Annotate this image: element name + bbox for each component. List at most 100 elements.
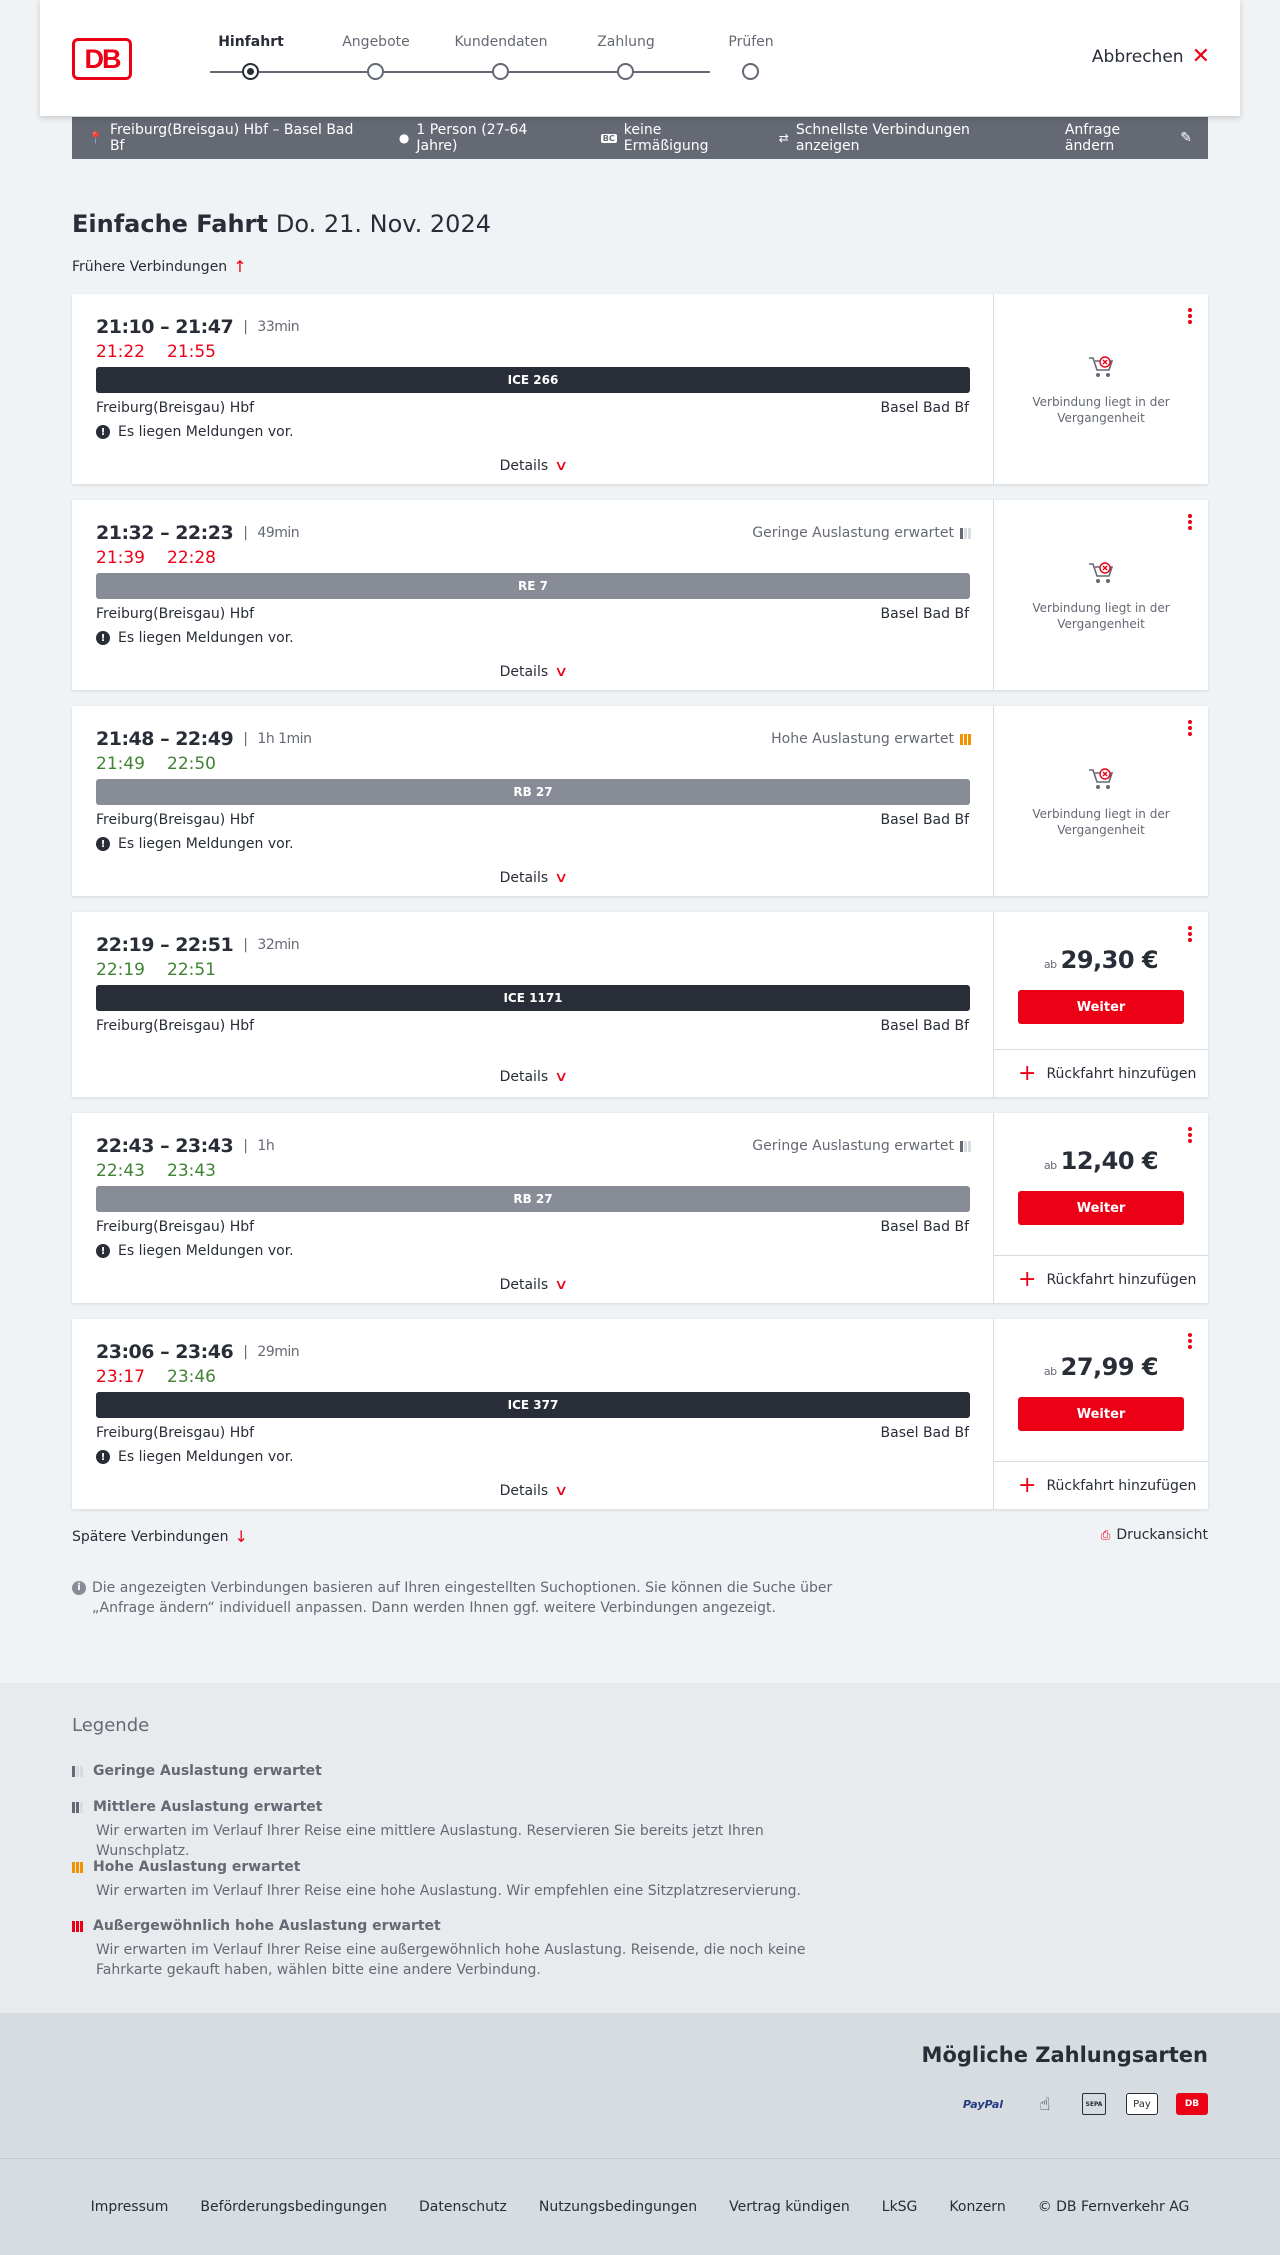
- legend-item-high: Hohe Auslastung erwartet Wir erwarten im…: [72, 1859, 832, 1901]
- footer-link-nutzungsbedingungen[interactable]: Nutzungsbedingungen: [539, 2199, 697, 2215]
- paypal-icon: PayPal: [962, 2097, 1004, 2111]
- details-toggle[interactable]: Details ∨: [72, 1277, 994, 1293]
- occupancy-low-icon: [72, 1765, 83, 1777]
- details-toggle[interactable]: Details ∨: [72, 1069, 994, 1085]
- connection-times: 21:10 – 21:47 | 33min: [96, 316, 300, 338]
- arrival-station: Basel Bad Bf: [880, 1018, 969, 1034]
- plus-icon: +: [1018, 1472, 1037, 1498]
- add-return-trip-button[interactable]: + Rückfahrt hinzufügen: [994, 1049, 1208, 1097]
- connection-details[interactable]: 22:43 – 23:43 | 1h 22:43 23:43 Geringe Auslas…: [72, 1113, 994, 1303]
- connection-card: 22:43 – 23:43 | 1h 22:43 23:43 Geringe Auslas…: [72, 1113, 1208, 1303]
- footer-link-datenschutz[interactable]: Datenschutz: [419, 2199, 507, 2215]
- progress-steps: Hinfahrt Angebote Kundendaten Zahlung Pr…: [182, 34, 782, 84]
- print-view-link[interactable]: ⎙ Druckansicht: [1101, 1527, 1208, 1543]
- info-icon: i: [72, 1581, 86, 1595]
- more-options-icon[interactable]: [1188, 720, 1192, 736]
- info-note: i Die angezeigten Verbindungen basieren a…: [72, 1578, 852, 1618]
- occupancy-extreme-icon: [72, 1920, 83, 1932]
- duration: 32min: [257, 937, 300, 953]
- train-bar: ICE 266: [96, 367, 970, 393]
- messages-notice: ! Es liegen Meldungen vor.: [96, 1449, 294, 1465]
- realtime-times: 21:49 22:50: [96, 754, 216, 774]
- details-toggle[interactable]: Details ∨: [72, 1483, 994, 1499]
- more-options-icon[interactable]: [1188, 926, 1192, 942]
- arrow-up-icon: ↑: [233, 257, 247, 276]
- connection-card: 21:10 – 21:47 | 33min 21:22 21:55 ICE 266 Frei…: [72, 294, 1208, 484]
- legend-title: Legende: [72, 1715, 150, 1736]
- location-pin-icon: 📍: [88, 131, 103, 145]
- realtime-departure: 22:43: [96, 1161, 145, 1181]
- connection-card: 23:06 – 23:46 | 29min 23:17 23:46 ICE 377 Frei…: [72, 1319, 1208, 1509]
- exclamation-icon: !: [96, 425, 110, 439]
- realtime-times: 22:19 22:51: [96, 960, 216, 980]
- swap-arrows-icon: ⇄: [778, 131, 789, 145]
- more-options-icon[interactable]: [1188, 308, 1192, 324]
- connection-details[interactable]: 21:48 – 22:49 | 1h 1min 21:49 22:50 Hohe Ausl…: [72, 706, 994, 896]
- messages-notice: ! Es liegen Meldungen vor.: [96, 836, 294, 852]
- connection-details[interactable]: 23:06 – 23:46 | 29min 23:17 23:46 ICE 377 Frei…: [72, 1319, 994, 1509]
- duration: 49min: [257, 525, 300, 541]
- page-title: Einfache Fahrt Do. 21. Nov. 2024: [72, 210, 491, 238]
- arrival-station: Basel Bad Bf: [880, 1219, 969, 1235]
- offer-panel: Verbindung liegt in der Vergangenheit: [994, 294, 1208, 484]
- connection-details[interactable]: 21:32 – 22:23 | 49min 21:39 22:28 Geringe Aus…: [72, 500, 994, 690]
- exclamation-icon: !: [96, 631, 110, 645]
- footer-copyright: © DB Fernverkehr AG: [1037, 2199, 1190, 2215]
- occupancy-indicator: Geringe Auslastung erwartet: [752, 525, 971, 541]
- more-options-icon[interactable]: [1188, 1127, 1192, 1143]
- more-options-icon[interactable]: [1188, 514, 1192, 530]
- footer-link-vertrag-kuendigen[interactable]: Vertrag kündigen: [729, 2199, 850, 2215]
- messages-notice: ! Es liegen Meldungen vor.: [96, 1243, 294, 1259]
- add-return-trip-button[interactable]: + Rückfahrt hinzufügen: [994, 1255, 1208, 1303]
- add-return-trip-button[interactable]: + Rückfahrt hinzufügen: [994, 1461, 1208, 1509]
- plus-icon: +: [1018, 1060, 1037, 1086]
- footer-link-impressum[interactable]: Impressum: [91, 2199, 169, 2215]
- footer: Impressum Beförderungsbedingungen Datens…: [0, 2158, 1280, 2255]
- past-connection-notice: Verbindung liegt in der Vergangenheit: [994, 560, 1208, 632]
- arrow-down-icon: ↓: [234, 1527, 248, 1546]
- train-bar: RB 27: [96, 779, 970, 805]
- footer-link-konzern[interactable]: Konzern: [949, 2199, 1005, 2215]
- arrival-station: Basel Bad Bf: [880, 400, 969, 416]
- exclamation-icon: !: [96, 837, 110, 851]
- query-discount: BC keine Ermäßigung: [600, 122, 709, 154]
- duration: 1h: [257, 1138, 275, 1154]
- connection-card: 21:32 – 22:23 | 49min 21:39 22:28 Geringe Aus…: [72, 500, 1208, 690]
- step-angebote: Angebote: [311, 34, 441, 80]
- occupancy-low-icon: [960, 527, 971, 539]
- query-fastest: ⇄ Schnellste Verbindungen anzeigen: [778, 122, 970, 154]
- footer-link-lksg[interactable]: LkSG: [882, 2199, 918, 2215]
- printer-icon: ⎙: [1100, 1527, 1111, 1542]
- duration: 29min: [257, 1344, 300, 1360]
- connection-details[interactable]: 21:10 – 21:47 | 33min 21:22 21:55 ICE 266 Frei…: [72, 294, 994, 484]
- connection-details[interactable]: 22:19 – 22:51 | 32min 22:19 22:51 ICE 1171 Fre…: [72, 912, 994, 1097]
- more-options-icon[interactable]: [1188, 1333, 1192, 1349]
- person-icon: ●: [398, 131, 410, 145]
- chevron-down-icon: ∨: [554, 870, 569, 886]
- train-bar: RE 7: [96, 573, 970, 599]
- continue-button[interactable]: Weiter: [1018, 990, 1184, 1024]
- payment-title: Mögliche Zahlungsarten: [921, 2043, 1208, 2067]
- details-toggle[interactable]: Details ∨: [72, 870, 994, 886]
- db-logo[interactable]: DB: [72, 38, 132, 80]
- cart-unavailable-icon: [1089, 562, 1114, 583]
- train-bar: ICE 1171: [96, 985, 970, 1011]
- legend-item-low: Geringe Auslastung erwartet: [72, 1763, 322, 1785]
- continue-button[interactable]: Weiter: [1018, 1397, 1184, 1431]
- occupancy-low-icon: [960, 1140, 971, 1152]
- arrival-station: Basel Bad Bf: [880, 812, 969, 828]
- change-request-button[interactable]: Anfrage ändern ✎: [1065, 122, 1192, 154]
- realtime-departure: 22:19: [96, 960, 145, 980]
- details-toggle[interactable]: Details ∨: [72, 458, 994, 474]
- footer-link-befoerderungsbedingungen[interactable]: Beförderungsbedingungen: [200, 2199, 387, 2215]
- details-toggle[interactable]: Details ∨: [72, 664, 994, 680]
- later-connections-link[interactable]: Spätere Verbindungen ↓: [72, 1527, 248, 1546]
- departure-station: Freiburg(Breisgau) Hbf: [96, 1219, 255, 1235]
- exclamation-icon: !: [96, 1244, 110, 1258]
- continue-button[interactable]: Weiter: [1018, 1191, 1184, 1225]
- cart-unavailable-icon: [1089, 768, 1114, 789]
- cancel-button[interactable]: Abbrechen ✕: [1092, 46, 1210, 68]
- earlier-connections-link[interactable]: Frühere Verbindungen ↑: [72, 257, 247, 276]
- arrival-station: Basel Bad Bf: [880, 1425, 969, 1441]
- chevron-down-icon: ∨: [554, 1483, 569, 1499]
